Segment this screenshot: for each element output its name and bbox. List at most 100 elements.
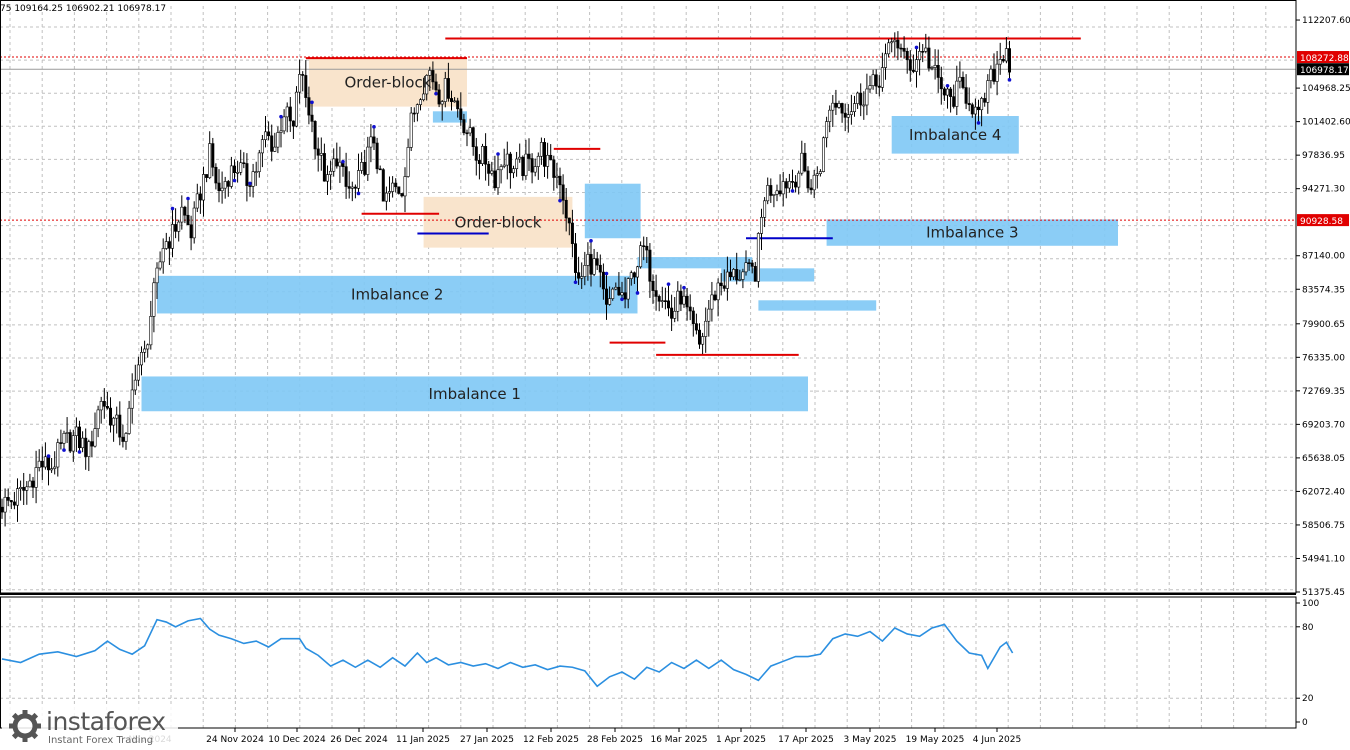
candle-body — [670, 307, 674, 319]
candle-body — [865, 88, 869, 106]
candle-body — [109, 407, 113, 426]
candle-body — [158, 261, 162, 269]
candle-body — [930, 67, 934, 69]
rsi-tick-label: 20 — [1302, 694, 1314, 704]
candle-body — [914, 59, 918, 72]
candle-body — [229, 165, 233, 187]
price-tick-label: 101402.60 — [1302, 118, 1350, 128]
imbalance-zone — [758, 300, 877, 311]
candle-body — [102, 401, 106, 407]
time-tick-label: 26 Dec 2024 — [330, 735, 388, 745]
candle-body — [542, 142, 546, 167]
candle-body — [825, 121, 829, 139]
fractal-marker — [496, 152, 500, 156]
price-tick-label: 97836.95 — [1302, 151, 1345, 161]
candle-body — [285, 106, 289, 118]
candle-body — [821, 137, 825, 172]
candle-body — [880, 67, 884, 88]
candle-body — [682, 295, 686, 305]
candle-body — [490, 170, 494, 174]
rsi-pane-border — [0, 596, 1297, 729]
candle-body — [68, 432, 72, 452]
candle-body — [90, 441, 94, 447]
candle-body — [304, 75, 308, 98]
candle-body — [400, 193, 404, 197]
candle-body — [546, 154, 550, 167]
time-tick-label: 1 Apr 2025 — [716, 735, 766, 745]
candle-body — [567, 217, 571, 224]
candle-body — [654, 290, 658, 297]
candle-body — [34, 467, 38, 488]
candle-body — [831, 102, 835, 111]
candle-body — [329, 170, 333, 175]
candle-body — [474, 146, 478, 161]
fractal-marker — [589, 238, 593, 243]
candle-body — [301, 74, 305, 76]
candle-body — [325, 174, 329, 182]
candle-body — [964, 87, 968, 104]
candle-body — [298, 74, 302, 93]
candle-body — [673, 310, 677, 319]
candle-body — [862, 104, 866, 107]
candle-body — [415, 104, 419, 114]
candle-body — [335, 158, 339, 167]
candle-body — [511, 168, 515, 174]
candle-body — [459, 108, 463, 120]
fractal-marker — [248, 181, 252, 186]
imbalance-zone — [721, 268, 815, 282]
candle-body — [769, 185, 773, 196]
candle-body — [294, 91, 298, 127]
price-tick-label: 104968.25 — [1302, 84, 1350, 94]
candle-body — [81, 437, 85, 449]
fractal-marker — [945, 83, 950, 88]
candle-body — [642, 245, 646, 248]
candle-body — [608, 298, 612, 305]
candle-body — [580, 276, 584, 279]
price-axis[interactable]: 112207.60 108272.88 106978.17 104968.25 1014… — [1296, 16, 1350, 728]
candle-body — [127, 407, 131, 434]
candle-body — [679, 290, 683, 305]
candle-body — [800, 152, 804, 174]
rsi-tick-label: 80 — [1302, 623, 1314, 633]
candle-body — [276, 132, 280, 148]
orderblock-label: Order-block — [345, 74, 432, 92]
candle-body — [713, 294, 717, 301]
candle-body — [973, 106, 977, 115]
candle-body — [56, 442, 60, 468]
candle-body — [257, 152, 261, 172]
time-tick-label: 11 Jan 2025 — [396, 735, 450, 745]
candle-body — [46, 456, 50, 471]
candle-body — [9, 500, 13, 503]
candle-body — [434, 81, 438, 91]
candle-body — [527, 153, 531, 159]
candle-body — [784, 181, 788, 189]
candle-body — [50, 468, 54, 471]
candle-body — [198, 193, 202, 201]
candle-body — [595, 258, 599, 266]
fractal-marker — [1007, 78, 1012, 82]
fractal-marker — [604, 271, 609, 276]
candle-body — [133, 379, 137, 391]
candle-body — [332, 158, 336, 172]
price-tag-label: 108272.88 — [1300, 54, 1349, 64]
fractal-marker — [635, 291, 640, 295]
candle-body — [518, 156, 522, 160]
candle-body — [93, 428, 97, 447]
candle-body — [78, 426, 82, 449]
imbalance-label: Imbalance 3 — [926, 224, 1018, 242]
fractal-marker — [46, 454, 51, 458]
time-axis[interactable]: Nov 202424 Nov 202410 Dec 202426 Dec 202… — [128, 728, 1021, 745]
candle-body — [896, 39, 900, 49]
candle-body — [350, 186, 354, 189]
candle-body — [112, 417, 116, 426]
price-chart[interactable]: 112207.60 108272.88 106978.17 104968.25 1014… — [0, 0, 1350, 750]
candle-body — [744, 262, 748, 273]
candle-body — [586, 254, 590, 266]
candle-body — [310, 114, 314, 122]
candle-body — [701, 336, 705, 345]
candle-body — [921, 51, 925, 53]
candle-body — [387, 191, 391, 194]
candle-body — [143, 348, 147, 353]
candle-body — [25, 486, 29, 491]
candle-body — [980, 98, 984, 111]
